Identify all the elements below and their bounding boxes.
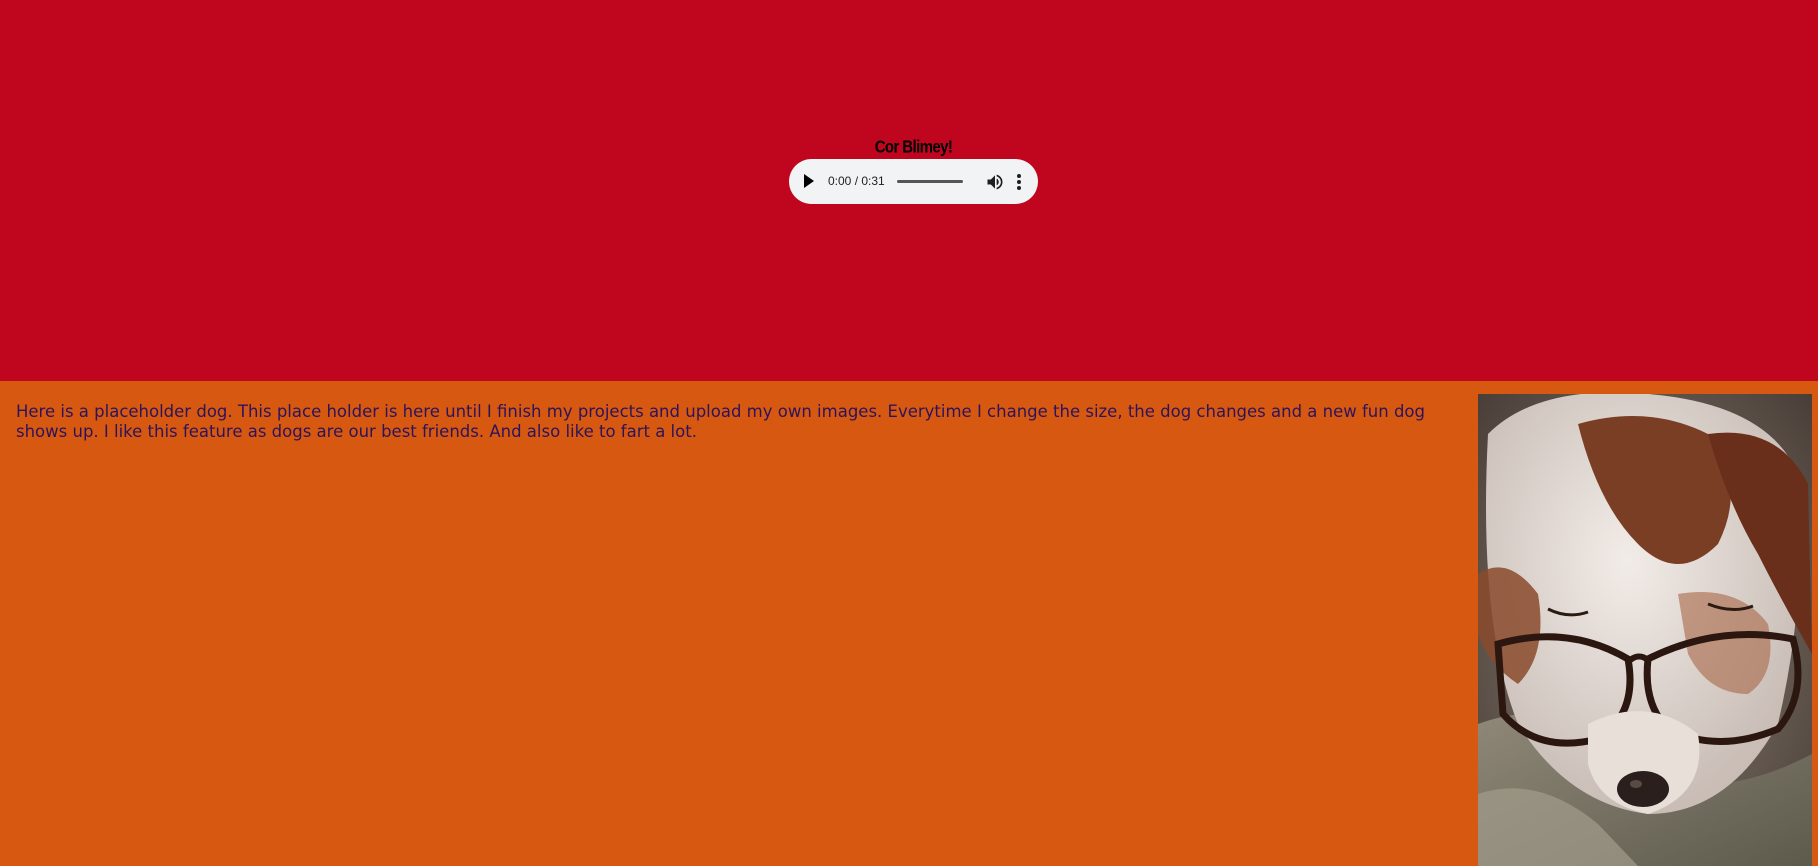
page-title: Cor Blimey! xyxy=(874,137,953,158)
audio-seek-slider[interactable] xyxy=(897,180,963,183)
dog-photo xyxy=(1478,394,1812,866)
more-options-icon[interactable] xyxy=(1013,172,1025,192)
play-icon[interactable] xyxy=(804,174,814,188)
dog-with-glasses-image xyxy=(1478,394,1812,866)
audio-time-display: 0:00 / 0:31 xyxy=(828,174,885,188)
intro-paragraph: Here is a placeholder dog. This place ho… xyxy=(16,402,1426,441)
header-banner: Cor Blimey! 0:00 / 0:31 xyxy=(0,0,1818,381)
content-section: Here is a placeholder dog. This place ho… xyxy=(0,381,1818,866)
audio-player[interactable]: 0:00 / 0:31 xyxy=(789,159,1038,204)
volume-icon[interactable] xyxy=(985,172,1005,192)
